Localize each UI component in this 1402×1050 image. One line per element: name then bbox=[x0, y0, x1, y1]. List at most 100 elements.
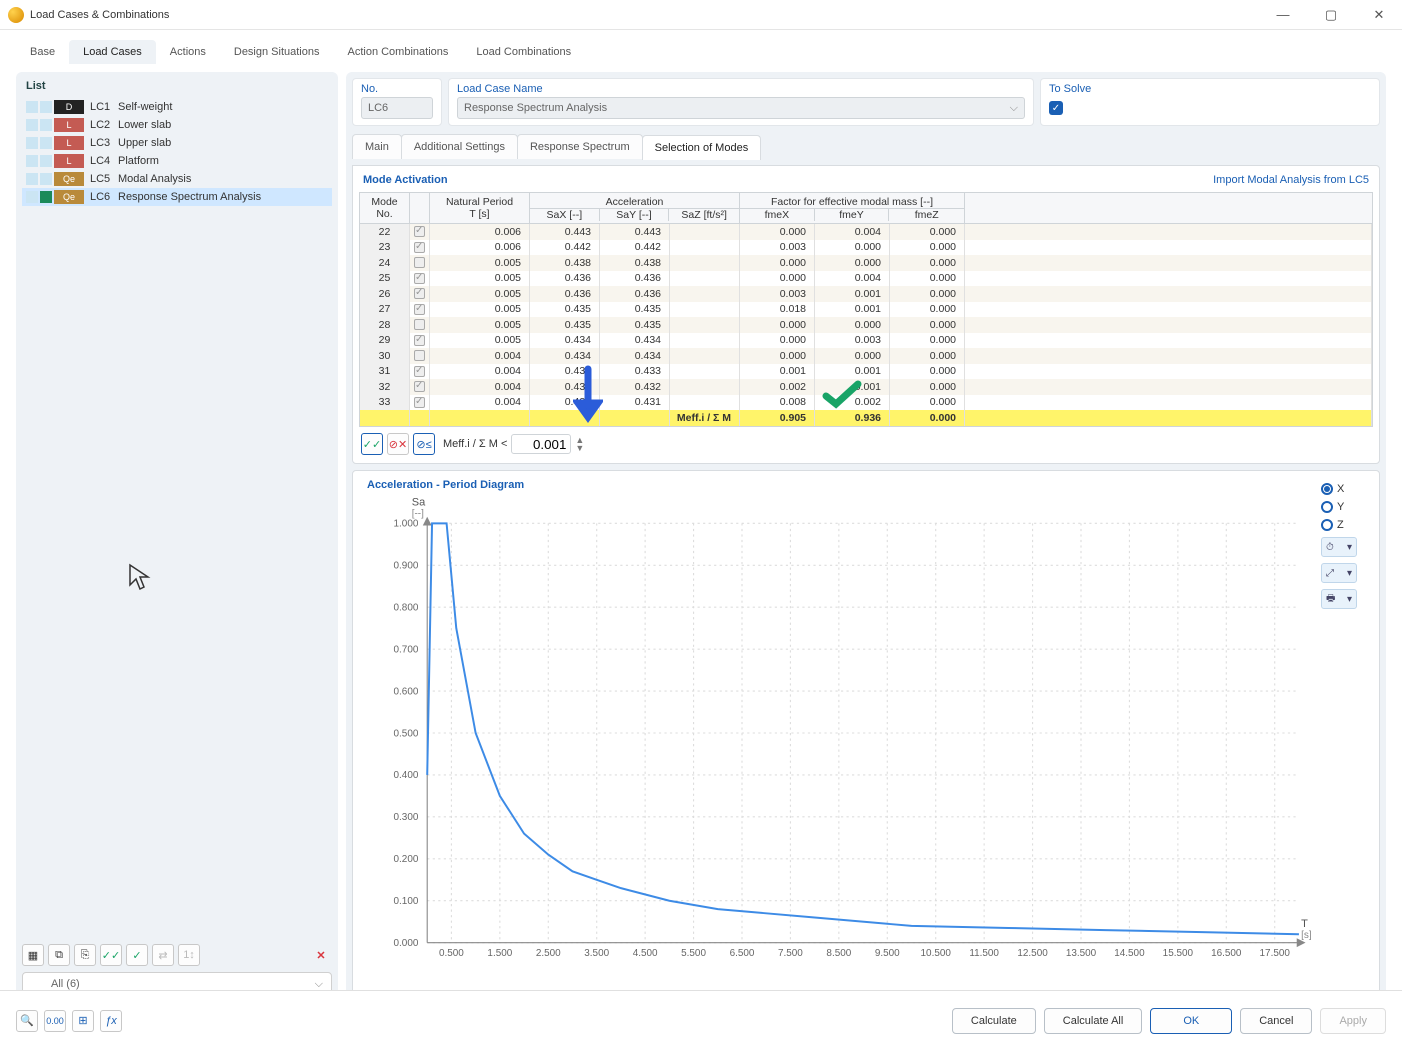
tab-load-combinations[interactable]: Load Combinations bbox=[462, 40, 585, 64]
filter-value-input[interactable] bbox=[511, 434, 571, 454]
check-all-button[interactable]: ✓✓ bbox=[100, 944, 122, 966]
uncheck-all-button[interactable]: ✓ bbox=[126, 944, 148, 966]
svg-text:8.500: 8.500 bbox=[826, 948, 851, 959]
mode-checkbox[interactable] bbox=[414, 397, 425, 408]
svg-text:12.500: 12.500 bbox=[1017, 948, 1048, 959]
loadcase-row[interactable]: QeLC5Modal Analysis bbox=[22, 170, 332, 188]
svg-text:10.500: 10.500 bbox=[921, 948, 952, 959]
close-button[interactable]: ✕ bbox=[1364, 7, 1394, 23]
subtab-response-spectrum[interactable]: Response Spectrum bbox=[517, 134, 643, 159]
timer-dropdown[interactable]: ⏱▾ bbox=[1321, 537, 1357, 557]
no-input[interactable]: LC6 bbox=[361, 97, 433, 119]
svg-text:0.400: 0.400 bbox=[394, 770, 419, 781]
mode-checkbox[interactable] bbox=[414, 350, 425, 361]
mode-checkbox[interactable] bbox=[414, 242, 425, 253]
svg-text:1.500: 1.500 bbox=[487, 948, 512, 959]
table-row[interactable]: 290.0050.4340.4340.0000.0030.000 bbox=[360, 333, 1372, 349]
calculate-button[interactable]: Calculate bbox=[952, 1008, 1036, 1034]
tab-base[interactable]: Base bbox=[16, 40, 69, 64]
radio-x[interactable] bbox=[1321, 483, 1333, 495]
deselect-button[interactable]: ⊘✕ bbox=[387, 433, 409, 455]
svg-text:0.200: 0.200 bbox=[394, 854, 419, 865]
subtab-main[interactable]: Main bbox=[352, 134, 402, 159]
loadcase-row[interactable]: LLC4Platform bbox=[22, 152, 332, 170]
mode-checkbox[interactable] bbox=[414, 319, 425, 330]
subtab-additional-settings[interactable]: Additional Settings bbox=[401, 134, 518, 159]
filter-label: Meff.i / Σ M < bbox=[443, 438, 507, 450]
table-row[interactable]: 240.0050.4380.4380.0000.0000.000 bbox=[360, 255, 1372, 271]
col-spacer bbox=[965, 193, 1372, 223]
minimize-button[interactable]: — bbox=[1268, 7, 1298, 23]
solve-checkbox[interactable]: ✓ bbox=[1049, 101, 1063, 115]
loadcase-row[interactable]: DLC1Self-weight bbox=[22, 98, 332, 116]
loadcase-row[interactable]: LLC2Lower slab bbox=[22, 116, 332, 134]
table-row[interactable]: 310.0040.4330.4330.0010.0010.000 bbox=[360, 364, 1372, 380]
mode-checkbox[interactable] bbox=[414, 226, 425, 237]
col-accel: Acceleration SaX [--] SaY [--] SaZ [ft/s… bbox=[530, 193, 740, 223]
plot-dropdown[interactable]: ⤢▾ bbox=[1321, 563, 1357, 583]
tab-action-combinations[interactable]: Action Combinations bbox=[333, 40, 462, 64]
delete-button[interactable]: ✕ bbox=[310, 944, 332, 966]
loadcase-row[interactable]: QeLC6Response Spectrum Analysis bbox=[22, 188, 332, 206]
tab-actions[interactable]: Actions bbox=[156, 40, 220, 64]
name-label: Load Case Name bbox=[457, 83, 1025, 95]
table-row[interactable]: 300.0040.4340.4340.0000.0000.000 bbox=[360, 348, 1372, 364]
new-button[interactable]: ▦ bbox=[22, 944, 44, 966]
copy-button[interactable]: ⧉ bbox=[48, 944, 70, 966]
solve-label: To Solve bbox=[1049, 83, 1371, 95]
tab-load-cases[interactable]: Load Cases bbox=[69, 40, 156, 64]
table-row[interactable]: 270.0050.4350.4350.0180.0010.000 bbox=[360, 302, 1372, 318]
sub-tabs: MainAdditional SettingsResponse Spectrum… bbox=[352, 134, 1380, 159]
list-header: List bbox=[22, 78, 332, 98]
chart-svg: 0.0000.1000.2000.3000.4000.5000.6000.700… bbox=[361, 479, 1321, 987]
radio-z[interactable] bbox=[1321, 519, 1333, 531]
renum-button[interactable]: 1↕ bbox=[178, 944, 200, 966]
precision-button[interactable]: 0.00 bbox=[44, 1010, 66, 1032]
table-row[interactable]: 220.0060.4430.4430.0000.0040.000 bbox=[360, 224, 1372, 240]
chart-panel: Acceleration - Period Diagram 0.0000.100… bbox=[352, 470, 1380, 996]
mode-checkbox[interactable] bbox=[414, 366, 425, 377]
svg-text:3.500: 3.500 bbox=[584, 948, 609, 959]
table-row[interactable]: 280.0050.4350.4350.0000.0000.000 bbox=[360, 317, 1372, 333]
mode-checkbox[interactable] bbox=[414, 257, 425, 268]
subtab-selection-of-modes[interactable]: Selection of Modes bbox=[642, 135, 762, 160]
table-row[interactable]: 230.0060.4420.4420.0030.0000.000 bbox=[360, 240, 1372, 256]
dup-button[interactable]: ⎘ bbox=[74, 944, 96, 966]
tab-design-situations[interactable]: Design Situations bbox=[220, 40, 334, 64]
calculate-all-button[interactable]: Calculate All bbox=[1044, 1008, 1143, 1034]
cancel-button[interactable]: Cancel bbox=[1240, 1008, 1312, 1034]
ok-button[interactable]: OK bbox=[1150, 1008, 1232, 1034]
mode-checkbox[interactable] bbox=[414, 335, 425, 346]
radio-y[interactable] bbox=[1321, 501, 1333, 513]
svg-text:0.500: 0.500 bbox=[394, 728, 419, 739]
loadcase-row[interactable]: LLC3Upper slab bbox=[22, 134, 332, 152]
svg-text:T: T bbox=[1301, 918, 1308, 930]
svg-text:0.000: 0.000 bbox=[394, 938, 419, 949]
fx-button[interactable]: ƒx bbox=[100, 1010, 122, 1032]
print-dropdown[interactable]: 🖶▾ bbox=[1321, 589, 1357, 609]
mode-checkbox[interactable] bbox=[414, 304, 425, 315]
svg-text:15.500: 15.500 bbox=[1163, 948, 1194, 959]
table-row[interactable]: 320.0040.4320.4320.0020.0010.000 bbox=[360, 379, 1372, 395]
spinner-icon[interactable]: ▲▼ bbox=[575, 436, 584, 452]
tree-button[interactable]: ⊞ bbox=[72, 1010, 94, 1032]
table-row[interactable]: 260.0050.4360.4360.0030.0010.000 bbox=[360, 286, 1372, 302]
table-row[interactable]: 250.0050.4360.4360.0000.0040.000 bbox=[360, 271, 1372, 287]
swap-button[interactable]: ⇄ bbox=[152, 944, 174, 966]
svg-text:11.500: 11.500 bbox=[969, 948, 999, 959]
maximize-button[interactable]: ▢ bbox=[1316, 7, 1346, 23]
col-period: Natural PeriodT [s] bbox=[430, 193, 530, 223]
search-button[interactable]: 🔍 bbox=[16, 1010, 38, 1032]
import-link[interactable]: Import Modal Analysis from LC5 bbox=[1213, 174, 1369, 186]
mode-checkbox[interactable] bbox=[414, 288, 425, 299]
chart-title: Acceleration - Period Diagram bbox=[367, 479, 524, 491]
name-input[interactable]: Response Spectrum Analysis ⌵ bbox=[457, 97, 1025, 119]
svg-text:2.500: 2.500 bbox=[536, 948, 561, 959]
svg-text:[s]: [s] bbox=[1301, 930, 1312, 941]
table-row[interactable]: 330.0040.4310.4310.0080.0020.000 bbox=[360, 395, 1372, 411]
select-all-button[interactable]: ✓✓ bbox=[361, 433, 383, 455]
filter-button[interactable]: ⊘≤ bbox=[413, 433, 435, 455]
solve-field-box: To Solve ✓ bbox=[1040, 78, 1380, 126]
mode-checkbox[interactable] bbox=[414, 273, 425, 284]
mode-checkbox[interactable] bbox=[414, 381, 425, 392]
